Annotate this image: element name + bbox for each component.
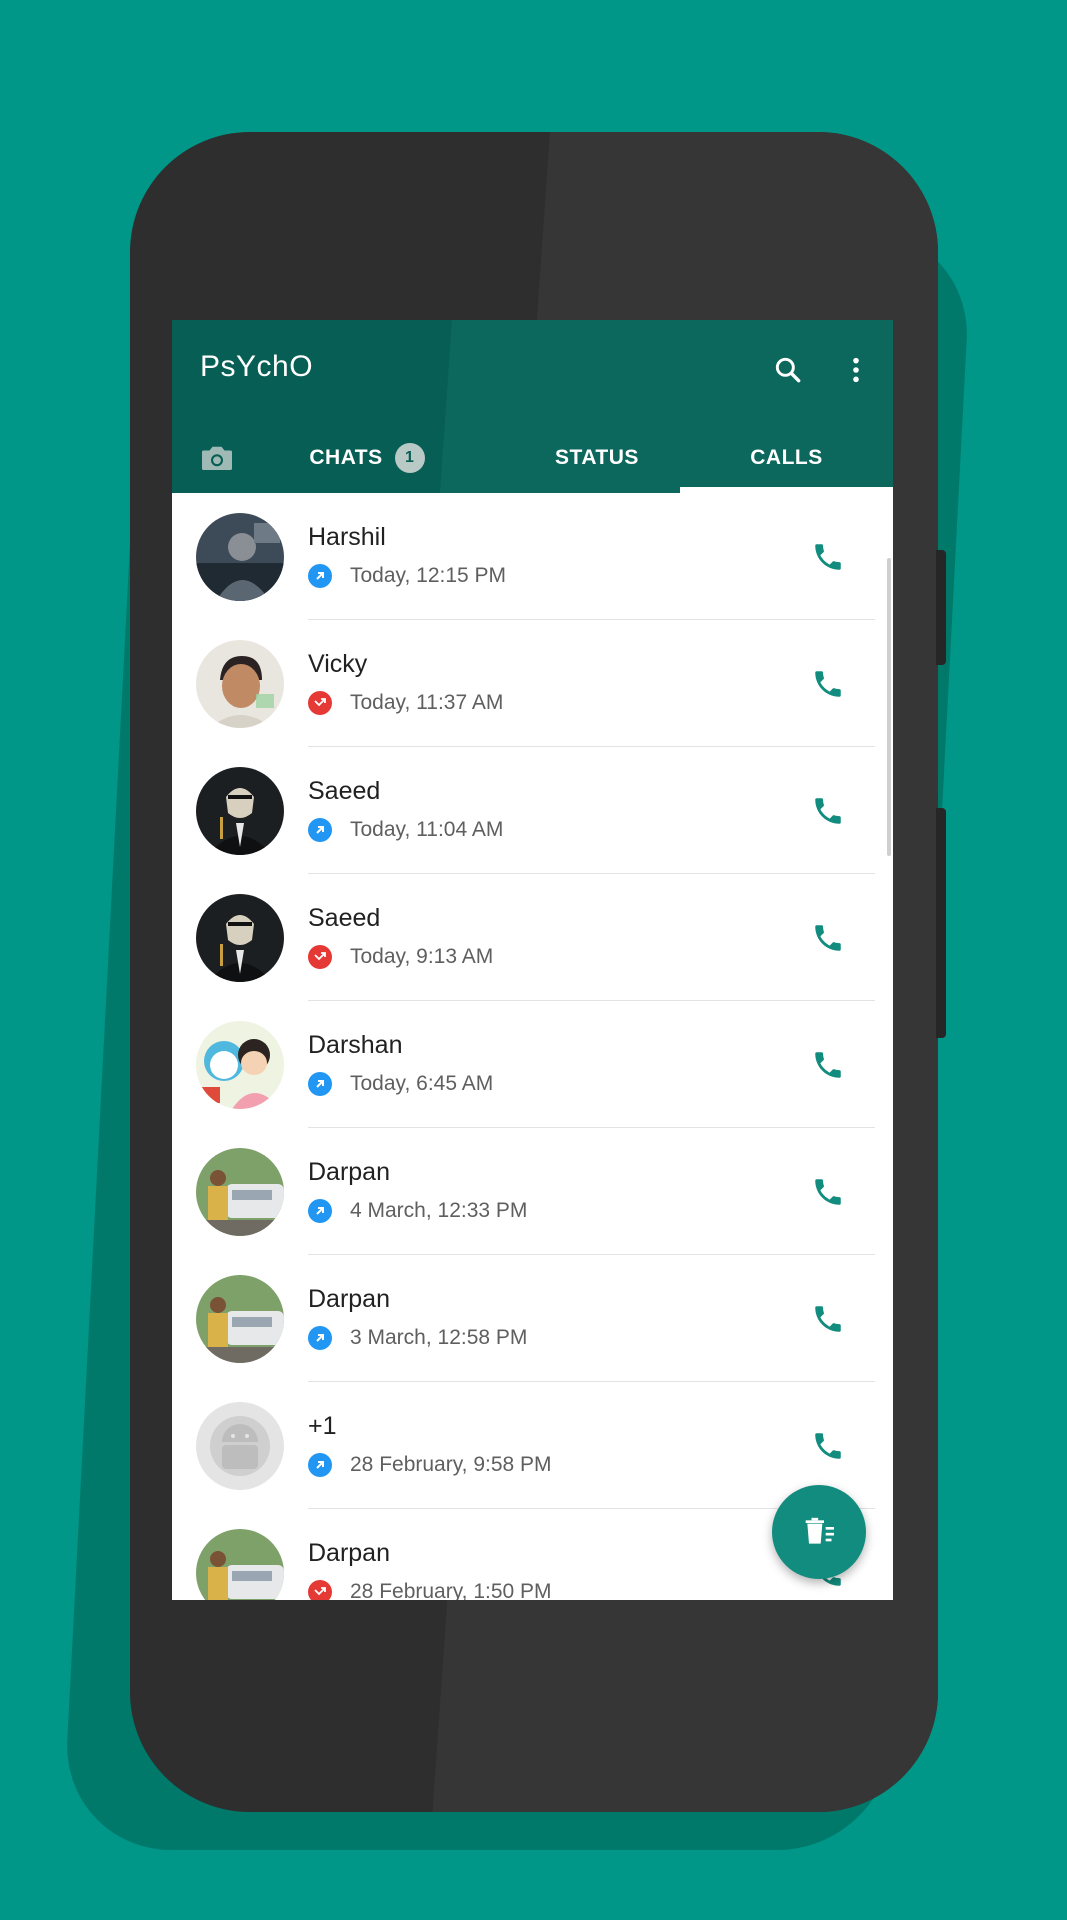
scrollbar-thumb[interactable] [887,558,891,856]
avatar[interactable] [196,1021,284,1109]
phone-icon [815,1433,841,1459]
missed-call-icon [308,1580,332,1600]
volume-button [936,808,946,1038]
contact-name: Darpan [308,1539,390,1567]
phone-icon [815,798,841,824]
power-button [936,550,946,665]
outgoing-call-icon [308,564,332,588]
avatar[interactable] [196,894,284,982]
avatar[interactable] [196,1402,284,1490]
call-row[interactable]: Darpan 4 March, 12:33 PM [172,1128,893,1255]
avatar[interactable] [196,513,284,601]
more-vert-icon[interactable] [832,346,880,394]
tab-status[interactable]: STATUS [502,430,692,486]
call-time: Today, 11:04 AM [350,818,504,841]
call-time: Today, 9:13 AM [350,945,494,968]
outgoing-call-icon [308,1326,332,1350]
missed-call-icon [308,945,332,969]
tab-chats-label: CHATS [309,446,383,469]
outgoing-call-icon [308,1199,332,1223]
phone-icon [815,1179,841,1205]
contact-name: Saeed [308,904,381,932]
call-row[interactable]: Harshil Today, 12:15 PM [172,493,893,620]
call-row[interactable]: Saeed Today, 11:04 AM [172,747,893,874]
call-list: Harshil Today, 12:15 PM Vicky Today, 11:… [172,493,893,1600]
call-button[interactable] [806,535,850,579]
contact-name: +1 [308,1412,337,1440]
call-row[interactable]: Darpan 3 March, 12:58 PM [172,1255,893,1382]
call-button[interactable] [806,789,850,833]
call-time: 4 March, 12:33 PM [350,1199,528,1222]
outgoing-call-icon [308,1453,332,1477]
call-button[interactable] [806,662,850,706]
call-row[interactable]: Saeed Today, 9:13 AM [172,874,893,1001]
avatar[interactable] [196,640,284,728]
outgoing-call-icon [308,1072,332,1096]
call-time: 28 February, 9:58 PM [350,1453,552,1476]
tab-chats[interactable]: CHATS 1 [272,430,462,486]
call-button[interactable] [806,1043,850,1087]
avatar[interactable] [196,767,284,855]
clear-call-log-icon [805,1517,834,1544]
call-time: Today, 12:15 PM [350,564,507,587]
call-button[interactable] [806,1297,850,1341]
outgoing-call-icon [308,818,332,842]
tab-calls-label: CALLS [750,446,823,469]
phone-screen: PsYchO CHATS 1 STATUS CALLS Harshil Toda… [172,320,893,1600]
phone-icon [815,925,841,951]
call-time: 28 February, 1:50 PM [350,1580,552,1600]
call-button[interactable] [806,1424,850,1468]
call-button[interactable] [806,1170,850,1214]
contact-name: Darpan [308,1158,390,1186]
missed-call-icon [308,691,332,715]
avatar[interactable] [196,1148,284,1236]
call-time: Today, 6:45 AM [350,1072,494,1095]
phone-icon [815,544,841,570]
tab-camera[interactable] [190,430,244,486]
tab-calls[interactable]: CALLS [680,430,893,486]
app-bar: PsYchO CHATS 1 STATUS CALLS [172,320,893,493]
contact-name: Vicky [308,650,368,678]
phone-icon [815,1052,841,1078]
contact-name: Darpan [308,1285,390,1313]
app-title: PsYchO [200,350,314,383]
camera-icon [202,446,232,470]
avatar[interactable] [196,1275,284,1363]
tab-status-label: STATUS [555,446,639,469]
search-icon[interactable] [764,346,812,394]
unread-badge: 1 [394,443,425,473]
call-row[interactable]: Darshan Today, 6:45 AM [172,1001,893,1128]
contact-name: Saeed [308,777,381,805]
contact-name: Harshil [308,523,386,551]
contact-name: Darshan [308,1031,403,1059]
avatar[interactable] [196,1529,284,1600]
clear-call-log-button[interactable] [772,1485,866,1579]
phone-icon [815,1306,841,1332]
call-row[interactable]: +1 28 February, 9:58 PM [172,1382,893,1509]
phone-icon [815,671,841,697]
call-time: Today, 11:37 AM [350,691,504,714]
call-button[interactable] [806,916,850,960]
call-time: 3 March, 12:58 PM [350,1326,528,1349]
call-row[interactable]: Vicky Today, 11:37 AM [172,620,893,747]
